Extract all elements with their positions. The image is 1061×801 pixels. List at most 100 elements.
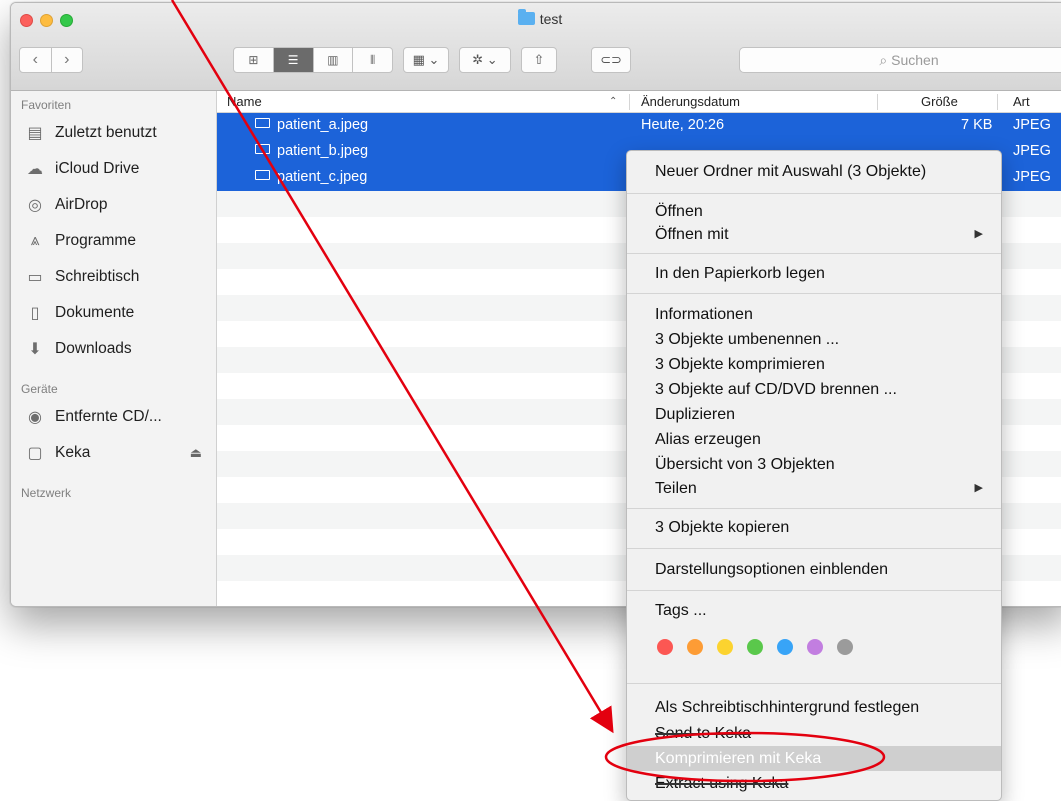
sidebar-header-favorites: Favoriten xyxy=(21,98,72,112)
menu-item-copy[interactable]: 3 Objekte kopieren xyxy=(627,515,1001,540)
image-file-icon xyxy=(255,118,270,128)
menu-item-label: Teilen xyxy=(655,480,697,497)
tag-gray-dot[interactable] xyxy=(837,639,853,655)
menu-item-open[interactable]: Öffnen xyxy=(627,199,1001,224)
sidebar-item-airdrop[interactable]: ◎ AirDrop xyxy=(11,187,216,223)
file-kind: JPEG xyxy=(1013,143,1051,159)
gear-icon: ✲ ⌄ xyxy=(472,52,498,67)
menu-item-get-info[interactable]: Informationen xyxy=(627,302,1001,327)
image-file-icon xyxy=(255,170,270,180)
arrange-button[interactable]: ▦ ⌄ xyxy=(403,47,449,73)
image-file-icon xyxy=(255,144,270,154)
cloud-icon: ☁ xyxy=(27,161,43,178)
sidebar-item-documents[interactable]: ▯ Dokumente xyxy=(11,295,216,331)
sidebar-item-label: Dokumente xyxy=(55,304,135,321)
tag-color-picker xyxy=(657,639,867,655)
desktop-icon: ▭ xyxy=(27,269,43,286)
menu-item-rename[interactable]: 3 Objekte umbenennen ... xyxy=(627,327,1001,352)
navigation-buttons: ‹ › xyxy=(19,47,83,73)
sidebar-item-remote-disc[interactable]: ◉ Entfernte CD/... xyxy=(11,399,216,435)
context-menu: Neuer Ordner mit Auswahl (3 Objekte) Öff… xyxy=(626,150,1002,801)
search-icon: ⌕ xyxy=(879,51,892,68)
sidebar-header-network: Netzwerk xyxy=(21,486,72,500)
tag-yellow-dot[interactable] xyxy=(717,639,733,655)
disc-icon: ◉ xyxy=(28,409,42,426)
titlebar: test ‹ › ⊞ ☰ ▥ ⫴ ▦ ⌄ ✲ ⌄ ⇧ ⊂⊃ ⌕ Suchen xyxy=(11,3,1061,91)
search-input[interactable]: ⌕ Suchen xyxy=(739,47,1061,73)
sidebar-item-label: AirDrop xyxy=(55,196,108,213)
menu-item-tags[interactable]: Tags ... xyxy=(627,598,1001,623)
menu-item-compress[interactable]: 3 Objekte komprimieren xyxy=(627,352,1001,377)
sidebar-item-recents[interactable]: ▤ Zuletzt benutzt xyxy=(11,115,216,151)
sidebar-item-desktop[interactable]: ▭ Schreibtisch xyxy=(11,259,216,295)
tag-orange-dot[interactable] xyxy=(687,639,703,655)
applications-icon: ⩓ xyxy=(30,232,40,249)
column-header: Name ⌃ Änderungsdatum Größe Art xyxy=(217,91,1061,113)
menu-item-extract-using-keka[interactable]: Extract using Keka xyxy=(627,771,1001,796)
menu-item-make-alias[interactable]: Alias erzeugen xyxy=(627,427,1001,452)
sidebar-header-devices: Geräte xyxy=(21,382,58,396)
menu-item-share[interactable]: Teilen ▶ xyxy=(627,476,1001,501)
action-button[interactable]: ✲ ⌄ xyxy=(459,47,511,73)
submenu-arrow-icon: ▶ xyxy=(974,482,983,494)
file-size: 7 KB xyxy=(961,117,993,133)
share-icon: ⇧ xyxy=(533,52,545,67)
share-button[interactable]: ⇧ xyxy=(521,47,557,73)
column-header-date[interactable]: Änderungsdatum xyxy=(641,94,740,109)
tag-button[interactable]: ⊂⊃ xyxy=(591,47,631,73)
sidebar-item-icloud[interactable]: ☁ iCloud Drive xyxy=(11,151,216,187)
icon-view-icon[interactable]: ⊞ xyxy=(234,48,274,72)
column-view-icon[interactable]: ▥ xyxy=(314,48,354,72)
menu-item-compress-with-keka[interactable]: Komprimieren mit Keka xyxy=(627,746,1001,771)
sidebar-item-label: iCloud Drive xyxy=(55,160,140,177)
file-kind: JPEG xyxy=(1013,117,1051,133)
menu-item-burn[interactable]: 3 Objekte auf CD/DVD brennen ... xyxy=(627,377,1001,402)
window-title: test xyxy=(11,9,1061,27)
menu-item-view-options[interactable]: Darstellungsoptionen einblenden xyxy=(627,557,1001,582)
view-mode-buttons: ⊞ ☰ ▥ ⫴ xyxy=(233,47,393,73)
documents-icon: ▯ xyxy=(30,305,40,322)
menu-item-quick-look[interactable]: Übersicht von 3 Objekten xyxy=(627,452,1001,477)
tag-red-dot[interactable] xyxy=(657,639,673,655)
folder-icon xyxy=(517,9,535,25)
table-row[interactable]: patient_a.jpeg Heute, 20:26 7 KB JPEG xyxy=(217,113,1061,139)
column-header-kind[interactable]: Art xyxy=(1013,94,1030,109)
menu-item-open-with[interactable]: Öffnen mit ▶ xyxy=(627,222,1001,247)
file-name: patient_a.jpeg xyxy=(277,117,369,133)
tag-green-dot[interactable] xyxy=(747,639,763,655)
recents-icon: ▤ xyxy=(27,125,43,142)
tag-blue-dot[interactable] xyxy=(777,639,793,655)
menu-item-move-to-trash[interactable]: In den Papierkorb legen xyxy=(627,261,1001,286)
menu-item-send-to-keka[interactable]: Send to Keka xyxy=(627,721,1001,746)
arrange-icon: ▦ ⌄ xyxy=(412,52,440,67)
sidebar-item-downloads[interactable]: ⬇ Downloads xyxy=(11,331,216,367)
airdrop-icon: ◎ xyxy=(28,197,42,214)
search-placeholder: Suchen xyxy=(891,52,939,68)
file-name: patient_b.jpeg xyxy=(277,143,369,159)
sidebar-item-label: Entfernte CD/... xyxy=(55,408,162,425)
column-header-size[interactable]: Größe xyxy=(921,94,958,109)
eject-icon[interactable]: ⏏ xyxy=(190,445,202,461)
forward-button[interactable]: › xyxy=(52,48,83,72)
sidebar-item-label: Downloads xyxy=(55,340,132,357)
sidebar-item-label: Keka xyxy=(55,444,91,461)
sidebar-item-applications[interactable]: ⩓ Programme xyxy=(11,223,216,259)
sidebar-item-label: Schreibtisch xyxy=(55,268,140,285)
sort-chevron-icon: ⌃ xyxy=(609,96,618,107)
file-date: Heute, 20:26 xyxy=(641,117,725,133)
menu-item-label: Extract using Keka xyxy=(655,775,789,792)
sidebar-item-label: Programme xyxy=(55,232,136,249)
menu-item-label: Send to Keka xyxy=(655,725,752,742)
menu-item-duplicate[interactable]: Duplizieren xyxy=(627,402,1001,427)
back-button[interactable]: ‹ xyxy=(20,48,52,72)
tag-purple-dot[interactable] xyxy=(807,639,823,655)
coverflow-view-icon[interactable]: ⫴ xyxy=(353,48,392,72)
file-kind: JPEG xyxy=(1013,169,1051,185)
list-view-icon[interactable]: ☰ xyxy=(273,48,314,72)
sidebar-item-keka[interactable]: ▢ Keka ⏏ xyxy=(11,435,216,471)
menu-item-new-folder-with-selection[interactable]: Neuer Ordner mit Auswahl (3 Objekte) xyxy=(627,159,1001,184)
downloads-icon: ⬇ xyxy=(28,341,42,358)
window-title-text: test xyxy=(539,11,563,27)
column-header-name[interactable]: Name xyxy=(227,94,262,109)
menu-item-set-desktop-picture[interactable]: Als Schreibtischhintergrund festlegen xyxy=(627,695,1001,720)
